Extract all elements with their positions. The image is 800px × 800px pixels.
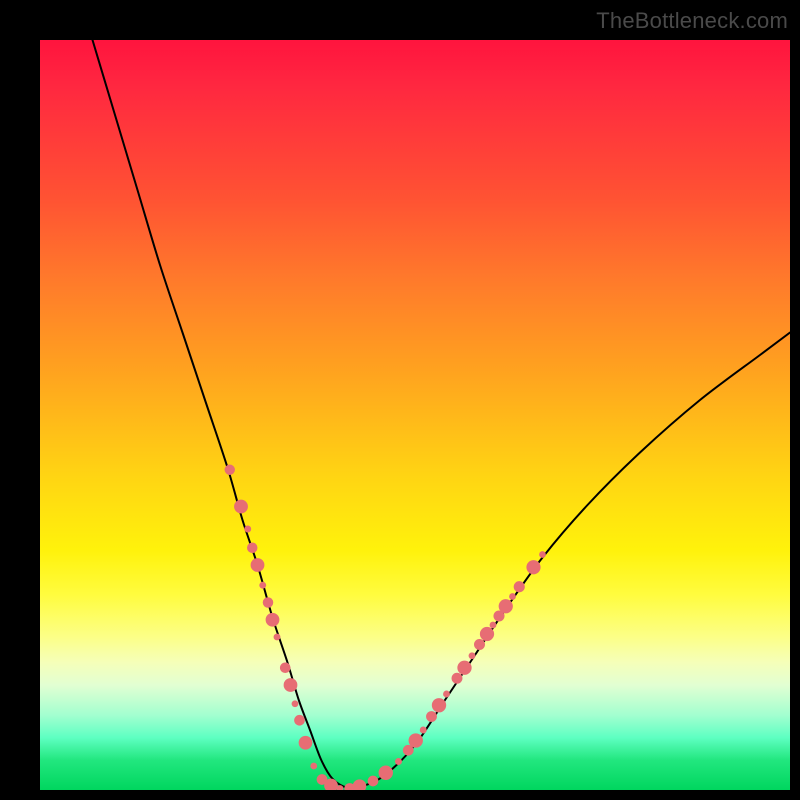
bead-marker bbox=[457, 661, 471, 675]
bead-marker bbox=[280, 662, 291, 673]
bead-marker bbox=[274, 634, 281, 641]
bead-marker bbox=[474, 639, 485, 650]
watermark-label: TheBottleneck.com bbox=[596, 8, 788, 34]
bead-marker bbox=[469, 652, 476, 659]
bead-marker bbox=[251, 558, 265, 572]
bead-marker bbox=[509, 593, 516, 600]
bead-marker bbox=[292, 700, 299, 707]
bead-marker bbox=[266, 613, 280, 627]
bead-marker bbox=[225, 465, 235, 475]
bead-marker bbox=[432, 698, 446, 712]
bead-marker bbox=[426, 711, 437, 722]
bead-marker bbox=[294, 715, 305, 726]
chart-frame: TheBottleneck.com bbox=[0, 0, 800, 800]
bead-marker bbox=[259, 582, 266, 589]
chart-svg bbox=[40, 40, 790, 790]
bead-marker bbox=[263, 597, 274, 608]
bead-marker bbox=[284, 678, 298, 692]
bead-marker bbox=[526, 560, 540, 574]
bead-marker bbox=[480, 627, 494, 641]
bead-marker bbox=[247, 543, 257, 553]
bead-marker bbox=[490, 622, 497, 629]
bead-marker bbox=[353, 779, 367, 790]
bead-marker bbox=[539, 551, 546, 558]
bead-marker bbox=[310, 763, 317, 770]
bead-marker bbox=[499, 599, 513, 613]
bead-marker bbox=[514, 581, 525, 592]
bead-marker bbox=[379, 766, 393, 780]
bead-marker bbox=[299, 736, 313, 750]
bead-marker bbox=[420, 727, 427, 734]
bead-marker bbox=[244, 526, 251, 533]
bottleneck-curve bbox=[93, 40, 791, 788]
bead-marker bbox=[368, 776, 379, 787]
bead-marker bbox=[395, 758, 402, 765]
plot-area bbox=[40, 40, 790, 790]
bead-marker bbox=[443, 691, 450, 698]
bead-marker bbox=[234, 500, 248, 514]
bead-marker bbox=[452, 673, 463, 684]
bead-marker bbox=[409, 733, 423, 747]
curve-bead-markers bbox=[225, 465, 546, 790]
